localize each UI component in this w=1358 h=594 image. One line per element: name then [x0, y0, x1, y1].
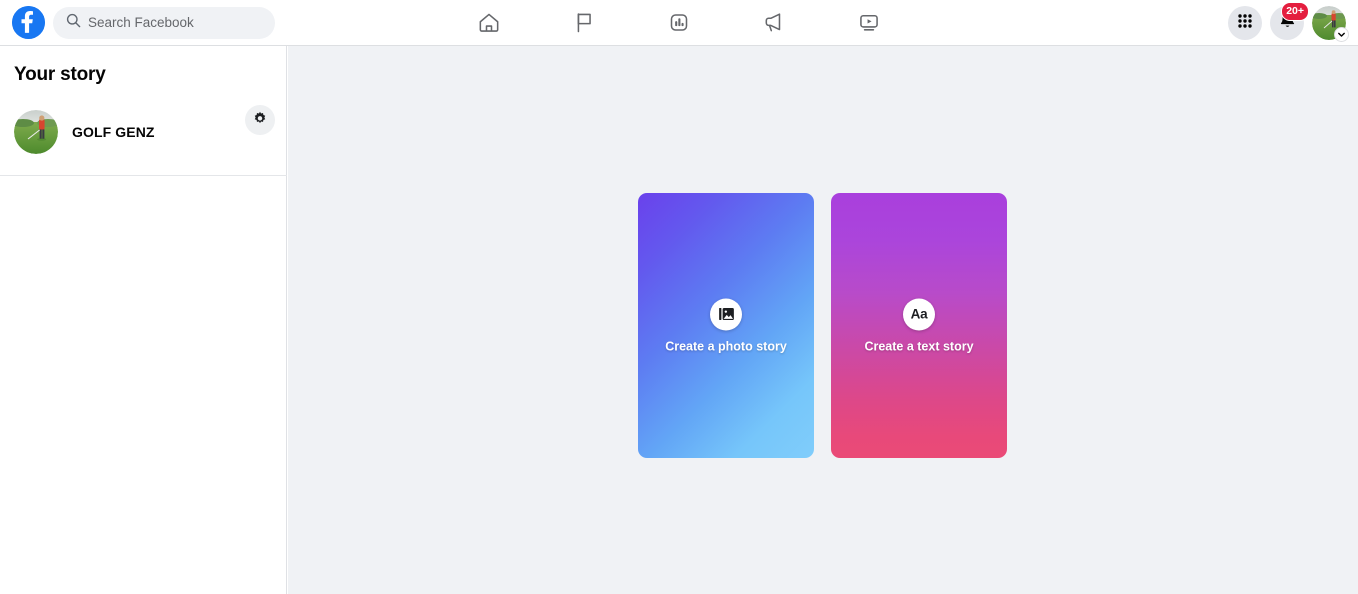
story-list-item-golf-genz[interactable]: GOLF GENZ — [14, 110, 155, 154]
aa-text-icon: Aa — [903, 298, 935, 330]
megaphone-icon — [762, 10, 787, 35]
notifications-button[interactable]: 20+ — [1270, 6, 1304, 40]
search-icon — [66, 13, 81, 33]
stories-sidebar: Your story — [0, 46, 287, 594]
nav-tab-video[interactable] — [822, 0, 917, 46]
text-card-label: Create a text story — [864, 339, 973, 353]
story-owner-name: GOLF GENZ — [72, 124, 155, 140]
facebook-logo-icon[interactable] — [12, 6, 45, 39]
photo-card-content: Create a photo story — [638, 298, 814, 353]
nav-tab-pages[interactable] — [537, 0, 632, 46]
profile-avatar-icon — [14, 110, 58, 154]
notification-badge: 20+ — [1281, 2, 1309, 21]
header-left-section: Search Facebook — [0, 6, 300, 39]
flag-icon — [572, 10, 597, 35]
account-avatar-button[interactable] — [1312, 6, 1346, 40]
home-icon — [477, 10, 502, 35]
sidebar-divider — [0, 175, 287, 176]
photo-image-icon — [710, 298, 742, 330]
story-creation-area: Create a photo story Aa Create a text st… — [288, 46, 1358, 594]
header-right-section: 20+ — [1228, 0, 1346, 46]
grid-menu-icon — [1236, 12, 1254, 35]
top-navigation-bar: Search Facebook — [0, 0, 1358, 46]
page-title: Your story — [14, 64, 272, 87]
nav-tab-home[interactable] — [442, 0, 537, 46]
search-input[interactable]: Search Facebook — [53, 7, 275, 39]
create-photo-story-card[interactable]: Create a photo story — [638, 193, 814, 458]
story-type-cards: Create a photo story Aa Create a text st… — [638, 193, 1007, 458]
chart-bar-icon — [667, 10, 692, 35]
gear-icon — [252, 110, 268, 131]
nav-tab-ads[interactable] — [632, 0, 727, 46]
text-card-content: Aa Create a text story — [831, 298, 1007, 353]
search-placeholder-text: Search Facebook — [88, 16, 194, 30]
chevron-down-icon — [1334, 27, 1349, 42]
story-settings-button[interactable] — [245, 105, 275, 135]
aa-text-glyph: Aa — [911, 307, 928, 321]
menu-button[interactable] — [1228, 6, 1262, 40]
video-play-icon — [857, 10, 882, 35]
photo-card-label: Create a photo story — [665, 339, 787, 353]
primary-nav-tabs — [442, 0, 917, 46]
create-text-story-card[interactable]: Aa Create a text story — [831, 193, 1007, 458]
nav-tab-announcements[interactable] — [727, 0, 822, 46]
